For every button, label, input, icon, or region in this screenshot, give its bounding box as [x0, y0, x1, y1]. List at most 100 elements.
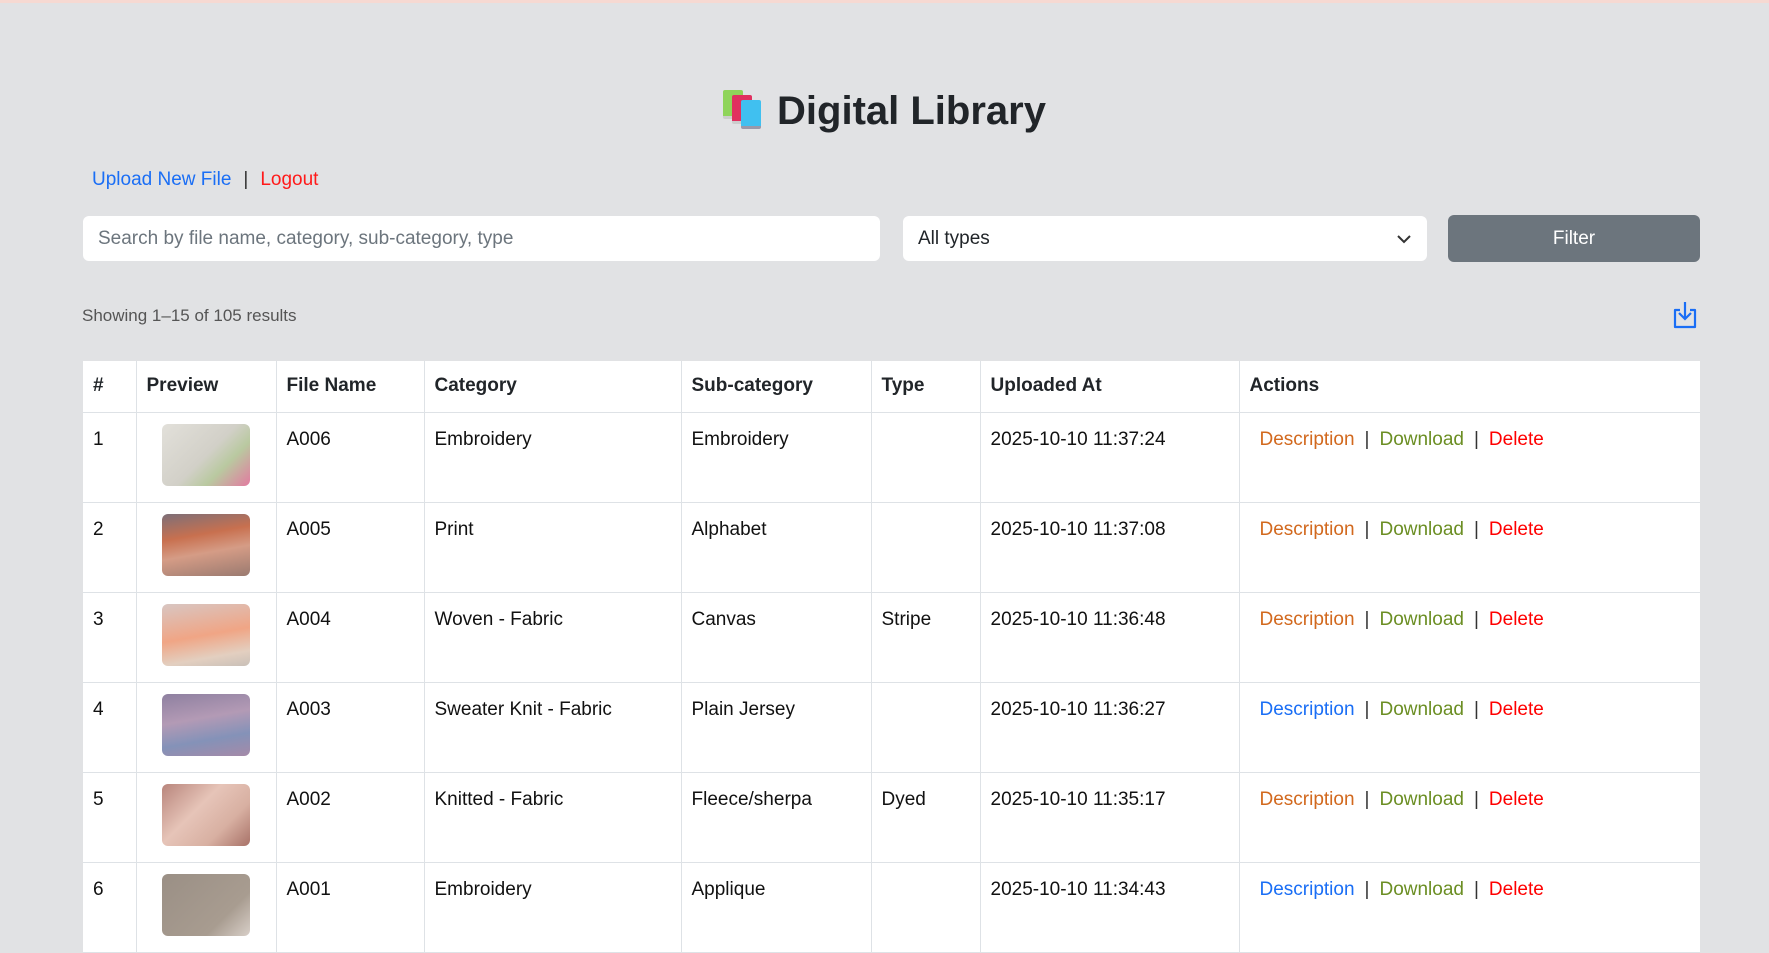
category: Knitted - Fabric	[423, 771, 682, 863]
description-link[interactable]: Description	[1260, 789, 1355, 810]
table-row: 2 A005 Print Alphabet 2025-10-10 11:37:0…	[83, 501, 1700, 593]
file-name: A003	[275, 681, 425, 773]
sub-category: Alphabet	[680, 501, 872, 593]
action-separator: |	[1473, 878, 1479, 900]
type-select-value: All types	[918, 227, 990, 249]
file-name: A004	[275, 591, 425, 683]
page-title-text: Digital Library	[777, 89, 1046, 133]
export-download-icon[interactable]	[1672, 300, 1698, 335]
preview-thumbnail[interactable]	[162, 873, 250, 936]
books-icon	[723, 90, 763, 129]
uploaded-at: 2025-10-10 11:34:43	[979, 861, 1240, 953]
column-header: Preview	[135, 361, 277, 413]
file-name: A005	[275, 501, 425, 593]
action-separator: |	[1364, 788, 1370, 810]
category: Print	[423, 501, 682, 593]
preview-cell	[135, 591, 277, 683]
table-row: 4 A003 Sweater Knit - Fabric Plain Jerse…	[83, 681, 1700, 773]
column-header: #	[83, 361, 137, 413]
column-header: Uploaded At	[979, 361, 1240, 413]
download-link[interactable]: Download	[1379, 519, 1464, 540]
category: Embroidery	[423, 411, 682, 503]
download-link[interactable]: Download	[1379, 789, 1464, 810]
link-separator: |	[243, 169, 249, 190]
download-link[interactable]: Download	[1379, 879, 1464, 900]
sub-category: Canvas	[680, 591, 872, 683]
action-separator: |	[1364, 878, 1370, 900]
description-link[interactable]: Description	[1260, 519, 1355, 540]
row-number: 3	[83, 591, 137, 683]
sub-category: Applique	[680, 861, 872, 953]
delete-link[interactable]: Delete	[1489, 789, 1544, 810]
row-number: 5	[83, 771, 137, 863]
column-header: Sub-category	[680, 361, 872, 413]
column-header: File Name	[275, 361, 425, 413]
sub-category: Fleece/sherpa	[680, 771, 872, 863]
action-separator: |	[1473, 428, 1479, 450]
sub-category: Embroidery	[680, 411, 872, 503]
column-header: Type	[870, 361, 981, 413]
row-number: 6	[83, 861, 137, 953]
actions-cell: Description | Download | Delete	[1238, 861, 1700, 953]
description-link[interactable]: Description	[1260, 609, 1355, 630]
category: Embroidery	[423, 861, 682, 953]
preview-cell	[135, 771, 277, 863]
file-name: A006	[275, 411, 425, 503]
file-name: A001	[275, 861, 425, 953]
search-input[interactable]	[83, 216, 880, 261]
type	[870, 681, 981, 773]
type	[870, 411, 981, 503]
table-row: 5 A002 Knitted - Fabric Fleece/sherpa Dy…	[83, 771, 1700, 863]
action-separator: |	[1364, 428, 1370, 450]
results-summary: Showing 1–15 of 105 results	[82, 306, 297, 325]
actions-cell: Description | Download | Delete	[1238, 591, 1700, 683]
actions-cell: Description | Download | Delete	[1238, 411, 1700, 503]
preview-thumbnail[interactable]	[162, 423, 250, 486]
actions-cell: Description | Download | Delete	[1238, 501, 1700, 593]
row-number: 1	[83, 411, 137, 503]
description-link[interactable]: Description	[1260, 429, 1355, 450]
preview-thumbnail[interactable]	[162, 603, 250, 666]
column-header: Category	[423, 361, 682, 413]
uploaded-at: 2025-10-10 11:36:27	[979, 681, 1240, 773]
preview-cell	[135, 411, 277, 503]
preview-thumbnail[interactable]	[162, 513, 250, 576]
logout-link[interactable]: Logout	[260, 169, 318, 190]
action-separator: |	[1364, 608, 1370, 630]
category: Woven - Fabric	[423, 591, 682, 683]
preview-thumbnail[interactable]	[162, 783, 250, 846]
page-title: Digital Library	[0, 89, 1769, 134]
uploaded-at: 2025-10-10 11:35:17	[979, 771, 1240, 863]
description-link[interactable]: Description	[1260, 699, 1355, 720]
row-number: 4	[83, 681, 137, 773]
category: Sweater Knit - Fabric	[423, 681, 682, 773]
top-links: Upload New File | Logout	[92, 169, 318, 191]
upload-new-file-link[interactable]: Upload New File	[92, 169, 231, 190]
filter-button[interactable]: Filter	[1448, 215, 1700, 262]
download-link[interactable]: Download	[1379, 609, 1464, 630]
actions-cell: Description | Download | Delete	[1238, 771, 1700, 863]
type-select[interactable]: All types	[903, 216, 1427, 261]
sub-category: Plain Jersey	[680, 681, 872, 773]
preview-thumbnail[interactable]	[162, 693, 250, 756]
delete-link[interactable]: Delete	[1489, 429, 1544, 450]
delete-link[interactable]: Delete	[1489, 879, 1544, 900]
action-separator: |	[1364, 518, 1370, 540]
table-row: 6 A001 Embroidery Applique 2025-10-10 11…	[83, 861, 1700, 953]
delete-link[interactable]: Delete	[1489, 519, 1544, 540]
preview-cell	[135, 681, 277, 773]
chevron-down-icon	[1397, 234, 1411, 243]
download-link[interactable]: Download	[1379, 699, 1464, 720]
type	[870, 501, 981, 593]
description-link[interactable]: Description	[1260, 879, 1355, 900]
files-table: # Preview File Name Category Sub-category Typ…	[83, 361, 1700, 953]
action-separator: |	[1473, 608, 1479, 630]
download-link[interactable]: Download	[1379, 429, 1464, 450]
row-number: 2	[83, 501, 137, 593]
type: Stripe	[870, 591, 981, 683]
preview-cell	[135, 861, 277, 953]
delete-link[interactable]: Delete	[1489, 699, 1544, 720]
delete-link[interactable]: Delete	[1489, 609, 1544, 630]
action-separator: |	[1473, 788, 1479, 810]
file-name: A002	[275, 771, 425, 863]
